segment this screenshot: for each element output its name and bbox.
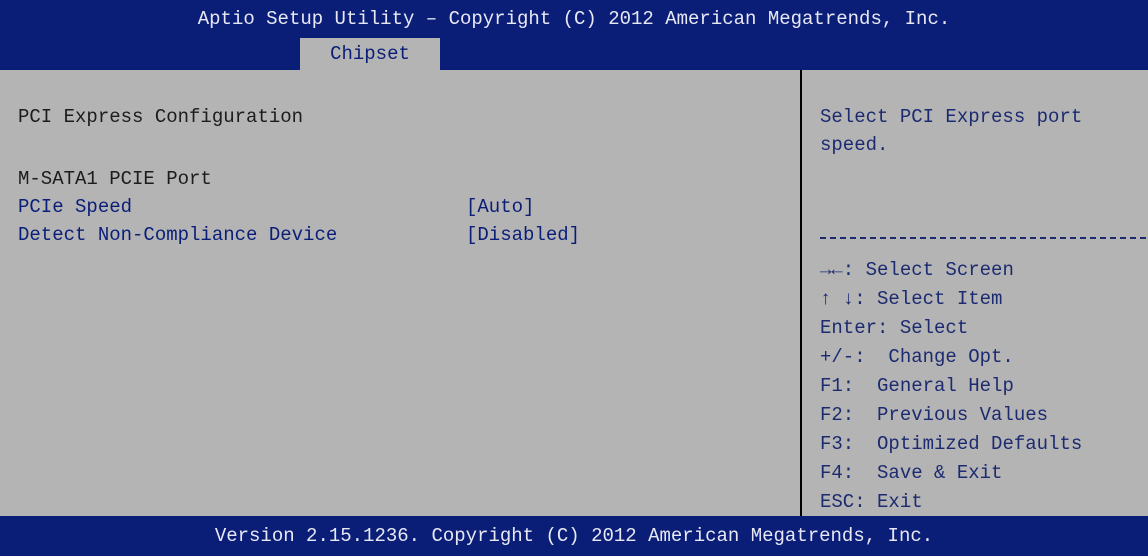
subsection-title: M-SATA1 PCIE Port — [18, 168, 212, 190]
header-bar: Aptio Setup Utility – Copyright (C) 2012… — [0, 0, 1148, 70]
arrows-up-down-icon: ↑ ↓: — [820, 288, 866, 310]
help-description-line2: speed. — [820, 134, 889, 156]
help-description-line1: Select PCI Express port — [820, 106, 1083, 128]
key-hint-f3: F3: Optimized Defaults — [820, 433, 1083, 455]
pcie-speed-value[interactable]: [Auto] — [466, 196, 534, 218]
footer-version: Version 2.15.1236. Copyright (C) 2012 Am… — [0, 516, 1148, 556]
settings-pane: PCI Express Configuration M-SATA1 PCIE P… — [0, 70, 800, 516]
help-pane: Select PCI Express port speed. →←: Selec… — [802, 70, 1148, 516]
detect-non-compliance-value[interactable]: [Disabled] — [466, 224, 580, 246]
key-hint-change-opt: +/-: Change Opt. — [820, 346, 1014, 368]
key-hint-f2: F2: Previous Values — [820, 404, 1049, 426]
arrows-left-right-icon: →←: — [820, 259, 855, 281]
detect-non-compliance-label[interactable]: Detect Non-Compliance Device — [18, 224, 337, 246]
bios-setup-screen: Aptio Setup Utility – Copyright (C) 2012… — [0, 0, 1148, 556]
key-hint-enter: Enter: Select — [820, 317, 969, 339]
pcie-speed-label[interactable]: PCIe Speed — [18, 196, 132, 218]
key-hint-esc: ESC: Exit — [820, 491, 923, 513]
key-hint-select-screen: →←: Select Screen — [820, 259, 1014, 281]
key-hint-f1: F1: General Help — [820, 375, 1014, 397]
key-hint-select-item: ↑ ↓: Select Item — [820, 288, 1003, 310]
tab-chipset[interactable]: Chipset — [300, 38, 440, 70]
key-hint-f4: F4: Save & Exit — [820, 462, 1003, 484]
section-title: PCI Express Configuration — [18, 106, 304, 128]
utility-title: Aptio Setup Utility – Copyright (C) 2012… — [197, 8, 951, 30]
help-separator — [820, 237, 1146, 239]
